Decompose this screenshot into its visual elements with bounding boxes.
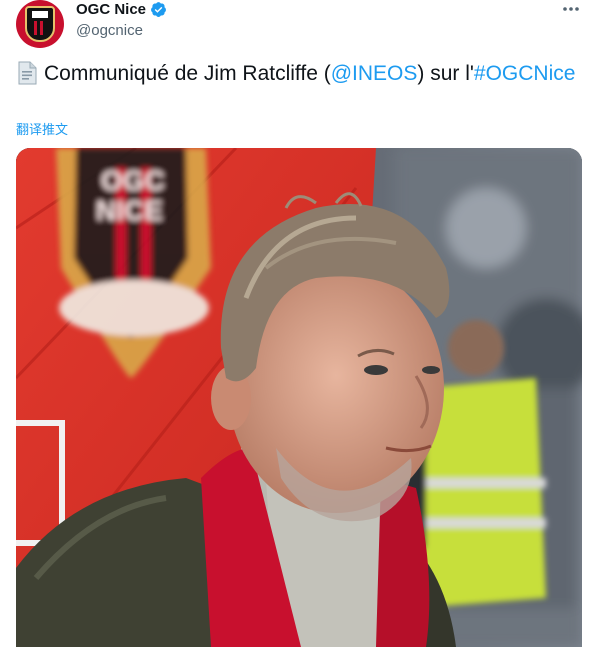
document-emoji-icon [18,61,37,85]
tweet-text-part: Communiqué de Jim Ratcliffe ( [44,62,331,85]
mention-link[interactable]: @INEOS [331,62,418,85]
translate-tweet-link[interactable]: 翻译推文 [16,119,68,138]
account-handle[interactable]: @ogcnice [76,22,143,39]
more-options-icon[interactable] [561,0,581,18]
tweet-text-part: ) sur l' [417,62,474,85]
verified-badge-icon [151,2,166,17]
display-name[interactable]: OGC Nice [76,1,146,18]
crest-text-nice: NICE [96,195,163,226]
author-name-row: OGC Nice [76,1,167,18]
photo-illustration: OGC NICE [16,148,582,647]
ogc-nice-crest-icon [25,6,55,42]
tweet-text: Communiqué de Jim Ratcliffe (@INEOS) sur… [16,60,576,88]
avatar[interactable] [16,0,64,48]
hashtag-link[interactable]: #OGCNice [474,62,576,85]
tweet-photo[interactable]: OGC NICE [16,148,582,647]
crest-text-ogc: OGC [101,165,165,196]
